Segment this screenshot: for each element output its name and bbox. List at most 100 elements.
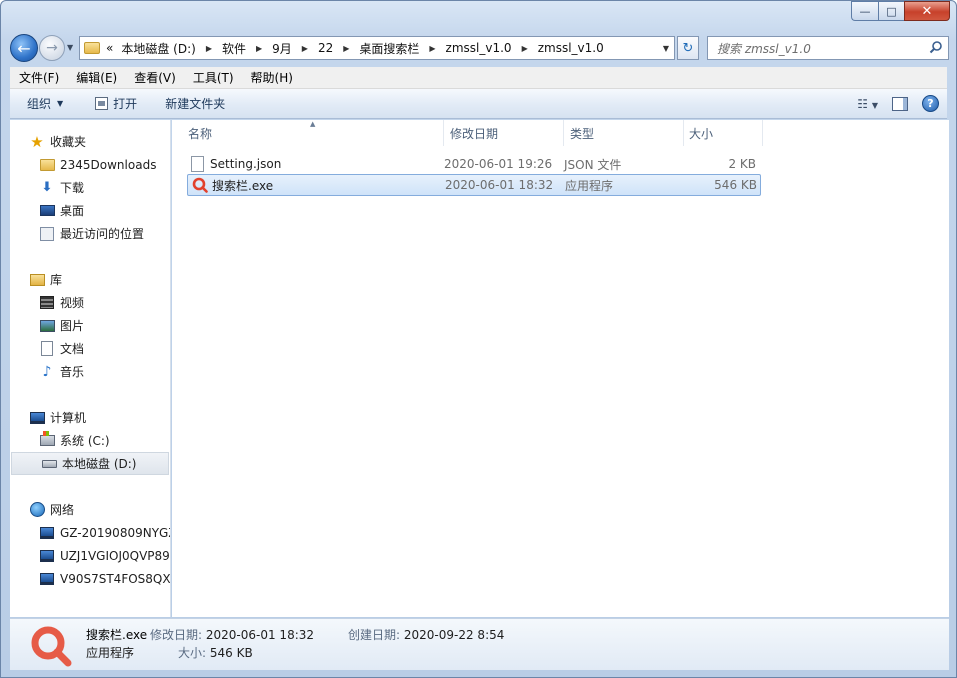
breadcrumb-item-zmssl-1[interactable]: zmssl_v1.0 [446,41,512,55]
sidebar-network[interactable]: 网络 [10,498,170,521]
sidebar-label: 库 [50,273,63,287]
details-label: 修改日期: [150,628,203,642]
recent-places-icon [40,226,54,241]
details-size: 大小: 546 KB [178,644,253,661]
breadcrumb-chevron-icon[interactable]: ▶ [206,44,212,53]
sidebar-favorites[interactable]: ★ 收藏夹 [10,130,170,153]
sidebar-item-music[interactable]: ♪ 音乐 [10,360,170,383]
details-view-icon: ☷ [857,96,869,111]
new-folder-button[interactable]: 新建文件夹 [156,89,234,118]
breadcrumb-overflow[interactable]: « [106,41,113,55]
open-button[interactable]: 打开 [86,89,146,118]
sidebar-label: V90S7ST4FOS8QXV [60,571,171,586]
sidebar-item-d-drive[interactable]: 本地磁盘 (D:) [11,452,169,475]
address-bar[interactable]: « 本地磁盘 (D:) ▶ 软件 ▶ 9月 ▶ 22 ▶ 桌面搜索栏 ▶ zms… [79,36,675,60]
json-file-icon [191,156,204,172]
sidebar-item-network-pc[interactable]: UZJ1VGIOJ0QVP89 [10,544,170,567]
column-header-type[interactable]: 类型 [564,120,684,146]
file-row-search-exe[interactable]: 搜索栏.exe 2020-06-01 18:32 应用程序 546 KB [187,174,761,196]
back-button[interactable]: ← [10,34,38,62]
network-computer-icon [40,549,54,562]
details-value: 546 KB [209,646,253,660]
refresh-icon: ↻ [682,40,694,56]
sidebar-item-documents[interactable]: 文档 [10,337,170,360]
document-icon [41,341,53,356]
sidebar-label: 收藏夹 [50,135,87,149]
breadcrumb-chevron-icon[interactable]: ▶ [343,44,349,53]
column-header-name[interactable]: 名称 ▲ [172,120,444,146]
breadcrumb-chevron-icon[interactable]: ▶ [302,44,308,53]
menu-view[interactable]: 查看(V) [125,69,184,86]
sidebar-item-network-pc[interactable]: V90S7ST4FOS8QXV [10,567,170,590]
sidebar-libraries[interactable]: 库 [10,268,170,291]
breadcrumb-item-22[interactable]: 22 [318,41,333,55]
details-created: 创建日期: 2020-09-22 8:54 [348,626,504,643]
close-button[interactable]: ✕ [904,1,950,21]
forward-button[interactable]: → [39,35,65,61]
breadcrumb-chevron-icon[interactable]: ▶ [522,44,528,53]
file-row-setting-json[interactable]: Setting.json 2020-06-01 19:26 JSON 文件 2 … [187,153,761,175]
column-header-size[interactable]: 大小 [684,120,763,146]
open-label: 打开 [113,97,138,111]
sidebar-label: 2345Downloads [60,157,157,172]
menu-tools[interactable]: 工具(T) [184,69,242,86]
sidebar-computer[interactable]: 计算机 [10,406,170,429]
column-label: 修改日期 [450,126,499,141]
computer-group: 计算机 系统 (C:) 本地磁盘 (D:) [10,406,170,475]
sidebar-label: 下载 [60,181,85,195]
network-computer-icon [40,526,54,539]
file-type: JSON 文件 [564,157,622,172]
navigation-bar: ← → ▼ « 本地磁盘 (D:) ▶ 软件 ▶ 9月 ▶ 22 ▶ 桌面搜索栏… [1,31,956,65]
maximize-button[interactable]: □ [878,1,904,21]
sidebar-item-pictures[interactable]: 图片 [10,314,170,337]
sidebar-label: GZ-20190809NYGZ [60,525,171,540]
search-input[interactable]: 搜索 zmssl_v1.0 [707,36,949,60]
breadcrumb-item-september[interactable]: 9月 [272,40,292,57]
organize-label: 组织 [27,97,52,111]
file-date: 2020-06-01 19:26 [444,157,553,171]
sidebar-label: 图片 [60,319,85,333]
sidebar-item-2345downloads[interactable]: 2345Downloads [10,153,170,176]
command-bar-right: ☷ ▼ ? [857,89,939,118]
search-icon[interactable] [929,40,943,54]
minimize-button[interactable]: — [851,1,878,21]
breadcrumb-item-d-drive[interactable]: 本地磁盘 (D:) [121,40,195,57]
breadcrumb-chevron-icon[interactable]: ▶ [256,44,262,53]
network-group: 网络 GZ-20190809NYGZ UZJ1VGIOJ0QVP89 V90S7… [10,498,170,590]
chevron-down-icon: ▼ [871,100,878,110]
sidebar-item-recent-places[interactable]: 最近访问的位置 [10,222,170,245]
menu-help[interactable]: 帮助(H) [242,69,301,86]
file-name: 搜索栏.exe [212,178,274,193]
change-view-button[interactable]: ☷ ▼ [857,97,878,111]
menu-file[interactable]: 文件(F) [10,69,67,86]
sidebar-item-desktop[interactable]: 桌面 [10,199,170,222]
file-name-cell: Setting.json [187,156,444,172]
address-dropdown-icon[interactable]: ▼ [663,44,669,53]
preview-pane-button[interactable] [892,96,908,111]
computer-icon [29,411,45,424]
sidebar-item-network-pc[interactable]: GZ-20190809NYGZ [10,521,170,544]
sidebar-item-downloads[interactable]: ⬇ 下载 [10,176,170,199]
breadcrumb-item-software[interactable]: 软件 [222,40,246,57]
help-button[interactable]: ? [922,95,939,112]
details-modified: 修改日期: 2020-06-01 18:32 [150,626,314,643]
refresh-button[interactable]: ↻ [677,36,699,60]
organize-button[interactable]: 组织 ▼ [10,89,72,118]
explorer-window: — □ ✕ ← → ▼ « 本地磁盘 (D:) ▶ 软件 ▶ 9月 ▶ 22 ▶… [0,0,957,678]
menu-edit[interactable]: 编辑(E) [67,69,125,86]
file-size: 2 KB [728,157,756,171]
details-label: 大小: [178,646,207,660]
help-icon: ? [927,97,934,110]
sidebar-label: 音乐 [60,365,85,379]
breadcrumb-chevron-icon[interactable]: ▶ [429,44,435,53]
network-icon [29,502,45,517]
file-name-cell: 搜索栏.exe [188,177,445,194]
breadcrumb-item-zmssl-2[interactable]: zmssl_v1.0 [538,41,604,55]
sidebar-item-videos[interactable]: 视频 [10,291,170,314]
download-folder-icon: ⬇ [41,180,53,195]
breadcrumb-item-search-bar[interactable]: 桌面搜索栏 [359,40,419,57]
system-drive-icon [39,431,55,446]
column-header-date[interactable]: 修改日期 [444,120,564,146]
recent-pages-dropdown-icon[interactable]: ▼ [67,43,73,52]
sidebar-item-c-drive[interactable]: 系统 (C:) [10,429,170,452]
